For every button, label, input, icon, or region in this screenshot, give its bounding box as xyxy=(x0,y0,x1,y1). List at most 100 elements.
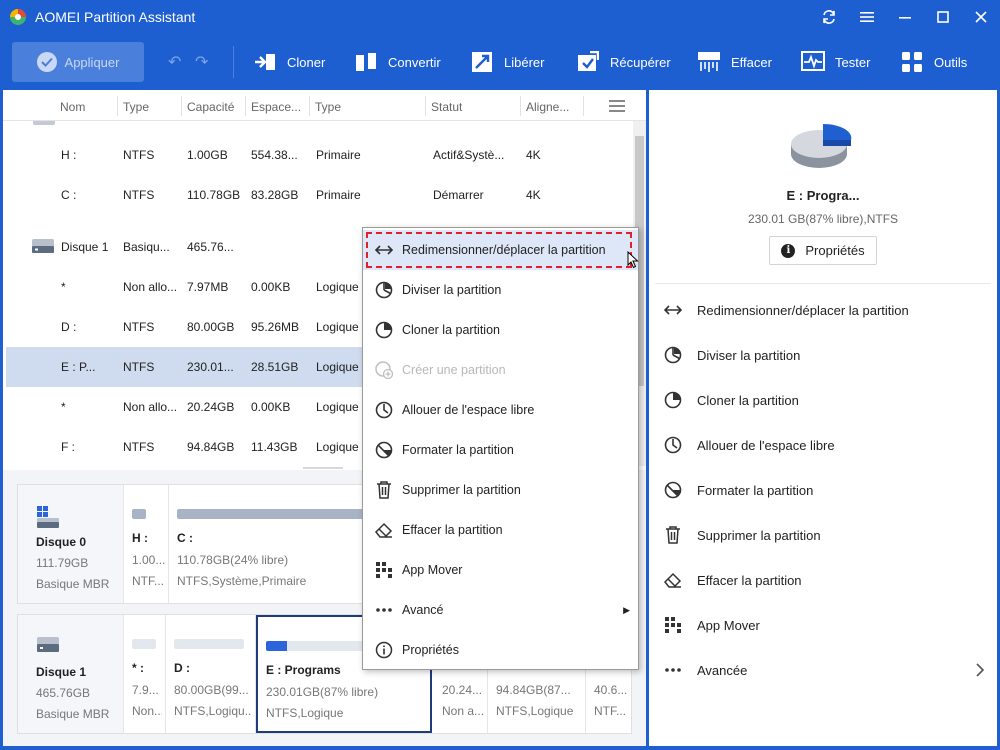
format-icon xyxy=(663,480,683,500)
ctx-resize-move[interactable]: Redimensionner/déplacer la partition xyxy=(363,230,638,270)
info-icon: i xyxy=(781,243,796,258)
op-delete[interactable]: Supprimer la partition xyxy=(663,523,821,547)
convert-icon xyxy=(354,50,378,74)
disk0-name: Disque 0 xyxy=(36,535,87,549)
eraser-icon xyxy=(374,520,394,540)
app-mover-icon xyxy=(374,560,394,580)
windows-disk-icon xyxy=(37,506,59,528)
recover-icon xyxy=(576,50,600,74)
eraser-icon xyxy=(663,570,683,590)
maximize-icon[interactable] xyxy=(924,0,962,34)
ctx-wipe[interactable]: Effacer la partition xyxy=(363,510,638,550)
col-free-space[interactable]: Espace... xyxy=(251,100,301,114)
undo-icon[interactable]: ↶ xyxy=(168,52,181,72)
wipe-button[interactable]: Effacer xyxy=(697,48,772,76)
col-alignment[interactable]: Aligne... xyxy=(526,100,569,114)
free-up-icon xyxy=(470,50,494,74)
op-resize-move[interactable]: Redimensionner/déplacer la partition xyxy=(663,298,909,322)
partition-card-unallocated[interactable]: * : 7.9... Non... xyxy=(124,615,166,733)
ctx-clone[interactable]: Cloner la partition xyxy=(363,310,638,350)
ctx-allocate[interactable]: Allouer de l'espace libre xyxy=(363,390,638,430)
menu-icon[interactable] xyxy=(848,0,886,34)
clone-partition-icon xyxy=(663,390,683,410)
create-icon xyxy=(374,360,394,380)
disk1-header[interactable]: Disque 1 465.76GB Basique MBR xyxy=(18,615,124,733)
recover-button[interactable]: Récupérer xyxy=(576,48,671,76)
partition-card-d[interactable]: D : 80.00GB(99... NTFS,Logiqu... xyxy=(166,615,256,733)
col-type[interactable]: Type xyxy=(315,100,341,114)
ctx-delete[interactable]: Supprimer la partition xyxy=(363,470,638,510)
test-button[interactable]: Tester xyxy=(801,48,870,76)
close-icon[interactable] xyxy=(962,0,1000,34)
clone-button[interactable]: Cloner xyxy=(253,48,325,76)
op-format[interactable]: Formater la partition xyxy=(663,478,813,502)
check-icon xyxy=(36,52,57,72)
tools-button[interactable]: Outils xyxy=(900,48,967,76)
chevron-right-icon[interactable] xyxy=(975,663,985,677)
ctx-format[interactable]: Formater la partition xyxy=(363,430,638,470)
col-fs-type[interactable]: Type xyxy=(123,100,149,114)
apply-label: Appliquer xyxy=(64,54,120,70)
test-label: Tester xyxy=(835,54,871,70)
disk-icon xyxy=(33,121,55,125)
more-icon xyxy=(663,660,683,680)
disk-icon xyxy=(37,637,59,652)
recover-label: Récupérer xyxy=(610,54,671,70)
minimize-icon[interactable] xyxy=(886,0,924,34)
selected-partition-info: 230.01 GB(87% libre),NTFS xyxy=(747,212,899,226)
column-settings-icon[interactable] xyxy=(609,100,625,112)
wipe-label: Effacer xyxy=(731,54,772,70)
split-icon xyxy=(374,280,394,300)
convert-button[interactable]: Convertir xyxy=(354,48,441,76)
op-clone[interactable]: Cloner la partition xyxy=(663,388,799,412)
op-advanced[interactable]: Avancée xyxy=(663,658,747,682)
clone-label: Cloner xyxy=(287,54,326,70)
toolbar-divider xyxy=(233,46,234,78)
apply-button[interactable]: Appliquer xyxy=(12,42,144,82)
col-status[interactable]: Statut xyxy=(431,100,462,114)
divider xyxy=(655,283,991,284)
toolbar: Appliquer ↶ ↷ Cloner Convertir Libérer R… xyxy=(0,34,1000,90)
table-row[interactable]: H : NTFS 1.00GB 554.38... Primaire Actif… xyxy=(6,135,631,175)
app-title: AOMEI Partition Assistant xyxy=(35,9,196,25)
app-mover-icon xyxy=(663,615,683,635)
ctx-properties[interactable]: Propriétés xyxy=(363,630,638,670)
disk1-name: Disque 1 xyxy=(36,665,87,679)
partition-card-h[interactable]: H : 1.00... NTF... xyxy=(124,485,169,603)
disk1-size: 465.76GB xyxy=(36,686,91,700)
disk0-type: Basique MBR xyxy=(36,577,110,591)
col-capacity[interactable]: Capacité xyxy=(187,100,234,114)
trash-icon xyxy=(374,480,394,500)
ctx-app-mover[interactable]: App Mover xyxy=(363,550,638,590)
op-app-mover[interactable]: App Mover xyxy=(663,613,760,637)
table-row[interactable]: C : NTFS 110.78GB 83.28GB Primaire Démar… xyxy=(6,175,631,215)
refresh-icon[interactable] xyxy=(810,0,848,34)
disk0-header[interactable]: Disque 0 111.79GB Basique MBR xyxy=(18,485,124,603)
panel-splitter[interactable] xyxy=(303,467,343,469)
app-logo-icon xyxy=(10,9,26,25)
free-up-label: Libérer xyxy=(504,54,545,70)
op-wipe[interactable]: Effacer la partition xyxy=(663,568,802,592)
free-up-button[interactable]: Libérer xyxy=(470,48,544,76)
more-icon xyxy=(374,600,394,620)
disk0-size: 111.79GB xyxy=(36,556,89,570)
redo-icon[interactable]: ↷ xyxy=(195,52,208,72)
title-bar: AOMEI Partition Assistant xyxy=(0,0,1000,34)
allocate-icon xyxy=(374,400,394,420)
col-name[interactable]: Nom xyxy=(60,100,85,114)
tools-icon xyxy=(900,50,924,74)
ctx-advanced[interactable]: Avancé ▶ xyxy=(363,590,638,630)
format-icon xyxy=(374,440,394,460)
trash-icon xyxy=(663,525,683,545)
info-icon xyxy=(374,640,394,660)
allocate-icon xyxy=(663,435,683,455)
table-header: Nom Type Capacité Espace... Type Statut … xyxy=(3,90,646,121)
disk1-type: Basique MBR xyxy=(36,707,110,721)
op-split[interactable]: Diviser la partition xyxy=(663,343,800,367)
partition-card-c[interactable]: C : 110.78GB(24% libre) NTFS,Système,Pri… xyxy=(169,485,369,603)
split-icon xyxy=(663,345,683,365)
clone-partition-icon xyxy=(374,320,394,340)
op-allocate[interactable]: Allouer de l'espace libre xyxy=(663,433,835,457)
ctx-split[interactable]: Diviser la partition xyxy=(363,270,638,310)
properties-button[interactable]: i Propriétés xyxy=(769,236,877,265)
